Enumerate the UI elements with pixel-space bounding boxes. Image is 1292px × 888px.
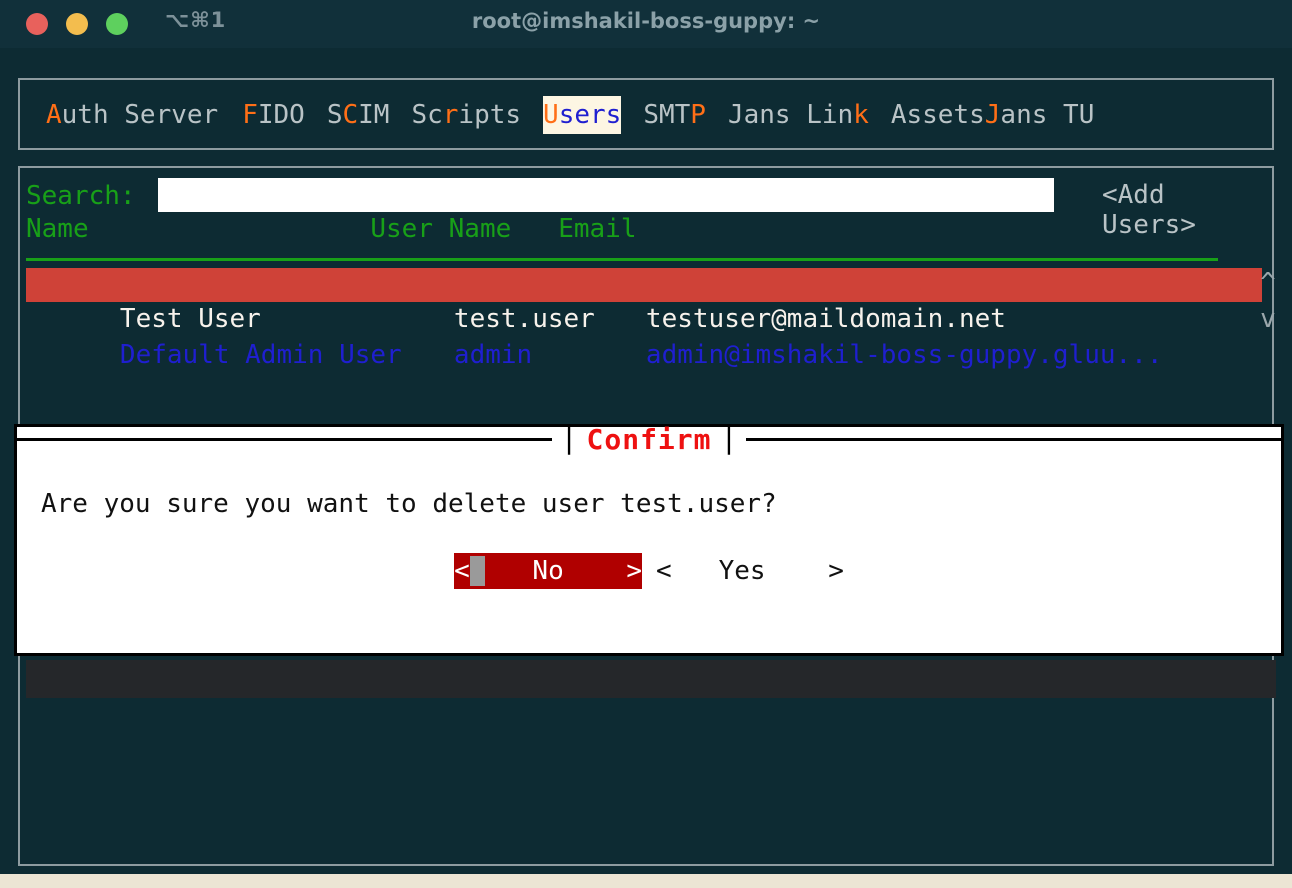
header-separator-rule (26, 258, 1218, 261)
dialog-title: Confirm (587, 423, 712, 456)
tab-fido[interactable]: FIDO (242, 96, 305, 134)
scroll-down-icon[interactable]: v (1256, 304, 1280, 334)
button-right-bracket: > (626, 556, 642, 586)
terminal-screen: Auth Server FIDO SCIM Scripts Users SMTP Jans … (0, 48, 1292, 888)
tab-accelerator-key: P (690, 100, 706, 130)
search-row: Search: <Add Users> (26, 178, 1266, 214)
tab-label-prefix: Assets (891, 100, 985, 130)
dialog-rule-left (14, 438, 552, 441)
tab-label-rest: IDO (258, 100, 305, 130)
tab-users[interactable]: Users (543, 96, 621, 134)
tab-label-prefix: Sc (411, 100, 442, 130)
cursor-block (470, 556, 486, 586)
tab-label-rest: ipts (458, 100, 521, 130)
search-label: Search: (26, 181, 136, 211)
search-input[interactable] (158, 178, 1054, 212)
tab-scripts[interactable]: Scripts (411, 96, 521, 134)
tab-accelerator-key: r (443, 100, 459, 130)
table-row[interactable]: Test Usertest.usertestuser@maildomain.ne… (26, 268, 1262, 302)
confirm-dialog: Are you sure you want to delete user tes… (14, 424, 1284, 656)
cell-user-name: admin (454, 338, 646, 372)
window-titlebar: ⌥⌘1 root@imshakil-boss-guppy: ~ (0, 0, 1292, 48)
tab-smtp[interactable]: SMTP (643, 96, 706, 134)
dialog-button-row: < No >< Yes > (17, 553, 1281, 589)
button-right-bracket: > (828, 556, 844, 586)
tab-label-rest: ans TU (1000, 100, 1094, 130)
button-label: No (485, 556, 626, 586)
tab-auth-server[interactable]: Auth Server (46, 96, 218, 134)
tab-accelerator-key: A (46, 100, 62, 130)
tab-label-prefix: SMT (643, 100, 690, 130)
button-left-bracket: < (656, 556, 672, 586)
button-label: Yes (672, 556, 829, 586)
tab-accelerator-key: J (985, 100, 1001, 130)
tab-label-rest: IM (358, 100, 389, 130)
tab-assetsjans-tu[interactable]: AssetsJans TU (891, 96, 1095, 134)
tab-accelerator-key: F (242, 100, 258, 130)
table-column-headers: Name User Name Email (26, 214, 636, 244)
scroll-up-icon[interactable]: ^ (1256, 268, 1280, 298)
tab-scim[interactable]: SCIM (327, 96, 390, 134)
tab-label-prefix: Jans Lin (728, 100, 853, 130)
navigation-tab-list: Auth Server FIDO SCIM Scripts Users SMTP Jans … (20, 96, 1272, 134)
cell-email: admin@imshakil-boss-guppy.gluu... (646, 338, 1163, 372)
tab-accelerator-key: C (342, 100, 358, 130)
cell-name: Default Admin User (120, 338, 454, 372)
dialog-title-bar: | Confirm | (14, 424, 1284, 454)
tab-accelerator-key: U (543, 100, 559, 130)
no-button[interactable]: < No > (454, 553, 642, 589)
dialog-rule-right (746, 438, 1284, 441)
tab-label-rest: sers (559, 100, 622, 130)
tab-accelerator-key: k (853, 100, 869, 130)
table-row[interactable]: Default Admin Useradminadmin@imshakil-bo… (26, 304, 1262, 338)
tab-label-prefix: S (327, 100, 343, 130)
dialog-pipe-right: | (712, 425, 747, 453)
navigation-tab-bar: Auth Server FIDO SCIM Scripts Users SMTP Jans … (18, 78, 1274, 150)
status-bar (0, 874, 1292, 888)
window-title: root@imshakil-boss-guppy: ~ (0, 9, 1292, 33)
add-users-button[interactable]: <Add Users> (1102, 180, 1266, 240)
table-bottom-band (26, 660, 1276, 698)
tab-jans-link[interactable]: Jans Link (728, 96, 869, 134)
dialog-pipe-left: | (552, 425, 587, 453)
dialog-message: Are you sure you want to delete user tes… (41, 489, 777, 519)
tab-label-rest: uth Server (62, 100, 219, 130)
button-left-bracket: < (454, 556, 470, 586)
yes-button[interactable]: < Yes > (656, 553, 844, 589)
